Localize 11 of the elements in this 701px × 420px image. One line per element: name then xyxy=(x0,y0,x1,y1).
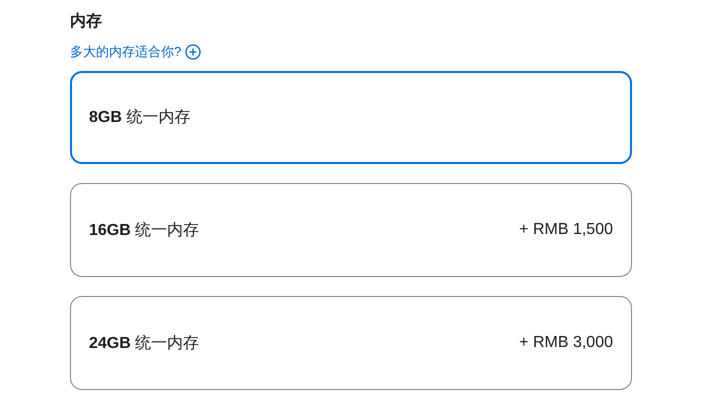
section-title: 内存 xyxy=(70,12,103,32)
option-label: 8GB 统一内存 xyxy=(89,108,190,128)
option-label: 16GB 统一内存 xyxy=(89,220,200,240)
memory-option-card[interactable]: 8GB 统一内存 xyxy=(70,71,632,164)
option-price: + RMB 1,500 xyxy=(519,221,613,239)
option-label: 24GB 统一内存 xyxy=(89,334,200,354)
memory-option-card[interactable]: 16GB 统一内存 + RMB 1,500 xyxy=(70,183,632,277)
memory-option-card[interactable]: 24GB 统一内存 + RMB 3,000 xyxy=(70,296,632,390)
option-price: + RMB 3,000 xyxy=(519,334,613,352)
help-link[interactable]: 多大的内存适合你? xyxy=(70,43,202,61)
plus-circle-icon xyxy=(185,44,202,60)
